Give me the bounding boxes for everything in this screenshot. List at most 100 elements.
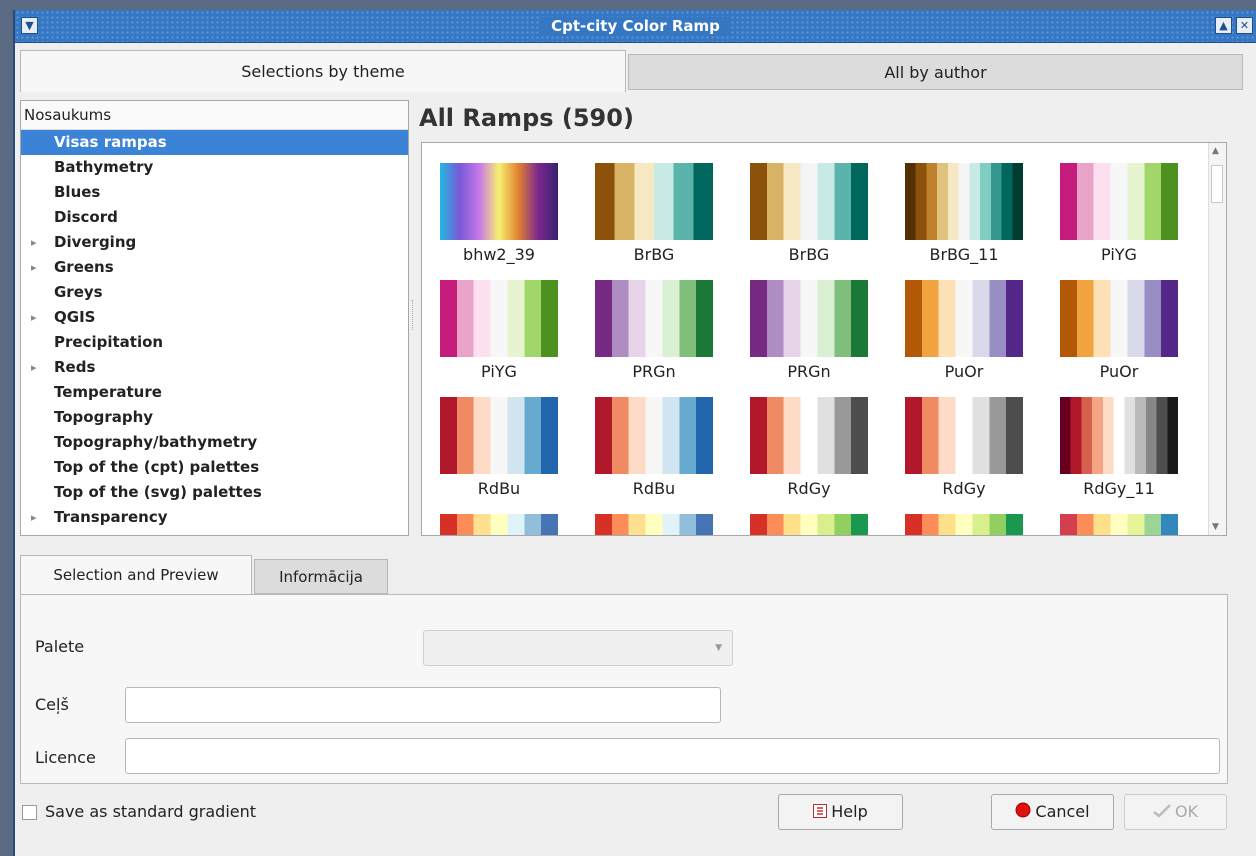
expand-arrow-icon[interactable]: ▸ <box>31 505 37 530</box>
ramp-label: RdGy_11 <box>1083 479 1155 498</box>
ramp-label: RdBu <box>477 479 521 498</box>
tree-item[interactable]: Top of the (svg) palettes <box>21 480 408 505</box>
save-standard-gradient-checkbox[interactable] <box>22 805 37 820</box>
ramp-item[interactable] <box>887 504 1023 535</box>
chevron-down-icon: ▼ <box>715 643 722 653</box>
maximize-icon[interactable]: ▲ <box>1215 17 1232 34</box>
ramp-label: RdBu <box>632 479 676 498</box>
window-title: Cpt-city Color Ramp <box>541 17 730 35</box>
tree-item-label: Blues <box>54 183 101 201</box>
ramp-item[interactable]: RdBu <box>577 387 713 505</box>
tree-item[interactable]: Bathymetry <box>21 155 408 180</box>
ramp-item[interactable]: BrBG <box>577 153 713 271</box>
ramp-swatch <box>750 280 868 357</box>
tree-item[interactable]: Blues <box>21 180 408 205</box>
scroll-down-icon[interactable]: ▼ <box>1212 522 1219 532</box>
tree-item-label: Topography/bathymetry <box>54 433 258 451</box>
splitter-handle[interactable] <box>412 300 415 330</box>
help-button[interactable]: Help <box>778 794 903 830</box>
tree-item[interactable]: ▸ Transparency <box>21 505 408 530</box>
cancel-button[interactable]: Cancel <box>991 794 1114 830</box>
tree-header: Nosaukums <box>21 101 408 130</box>
license-field[interactable] <box>125 738 1220 774</box>
path-field[interactable] <box>125 687 721 723</box>
tree-item[interactable]: Discord <box>21 205 408 230</box>
ramp-swatch <box>905 163 1023 240</box>
ramp-item[interactable]: bhw2_39 <box>422 153 558 271</box>
ramp-item[interactable] <box>732 504 868 535</box>
ramp-item[interactable]: PiYG <box>422 270 558 388</box>
tree-item[interactable]: Greys <box>21 280 408 305</box>
tree-item[interactable]: Topography/bathymetry <box>21 430 408 455</box>
help-label: Help <box>831 802 868 821</box>
ramp-item[interactable] <box>422 504 558 535</box>
tree-item[interactable]: Top of the (cpt) palettes <box>21 455 408 480</box>
ramp-item[interactable] <box>1042 504 1178 535</box>
ramp-swatch <box>440 514 558 535</box>
ramp-swatch <box>595 514 713 535</box>
tree-item-label: Discord <box>54 208 118 226</box>
ramp-item[interactable]: RdGy_11 <box>1042 387 1178 505</box>
ramp-swatch <box>440 280 558 357</box>
ramp-item[interactable]: PuOr <box>887 270 1023 388</box>
close-icon[interactable]: ✕ <box>1236 17 1253 34</box>
ramp-item[interactable]: PiYG <box>1042 153 1178 271</box>
palette-select[interactable]: ▼ <box>423 630 733 666</box>
tab-selection-and-preview[interactable]: Selection and Preview <box>20 555 252 595</box>
tree-item[interactable]: ▸ Greens <box>21 255 408 280</box>
ramp-item[interactable]: PRGn <box>732 270 868 388</box>
ramp-item[interactable]: BrBG_11 <box>887 153 1023 271</box>
expand-arrow-icon[interactable]: ▸ <box>31 255 37 280</box>
license-label: Licence <box>35 748 96 767</box>
tree-item[interactable]: ▸ QGIS <box>21 305 408 330</box>
tab-selections-by-theme[interactable]: Selections by theme <box>20 50 626 92</box>
ramp-swatch <box>595 397 713 474</box>
tree-item[interactable]: ▸ Reds <box>21 355 408 380</box>
ramp-item[interactable]: RdGy <box>887 387 1023 505</box>
ramp-swatch <box>1060 397 1178 474</box>
scroll-up-icon[interactable]: ▲ <box>1212 146 1219 156</box>
tree-item[interactable]: Precipitation <box>21 330 408 355</box>
tab-informacija[interactable]: Informācija <box>254 559 388 594</box>
tree-item[interactable]: Topography <box>21 405 408 430</box>
tab-all-by-author[interactable]: All by author <box>628 54 1243 90</box>
ramps-scrollbar[interactable]: ▲ ▼ <box>1208 143 1226 535</box>
tree-item-label: Greens <box>54 258 114 276</box>
ramp-item[interactable] <box>577 504 713 535</box>
ramps-list[interactable]: bhw2_39 BrBG BrBG BrBG_11 PiYG PiYG PRGn PRGn Pu… <box>421 142 1227 536</box>
title-bar: ▼ Cpt-city Color Ramp ▲ ✕ <box>15 10 1256 43</box>
ramps-heading: All Ramps (590) <box>419 104 634 132</box>
tree-items: Visas rampas Bathymetry Blues Discord ▸ Diver… <box>21 130 408 530</box>
ramp-swatch <box>905 280 1023 357</box>
theme-tree[interactable]: Nosaukums Visas rampas Bathymetry Blues Dis… <box>20 100 409 536</box>
ramp-label: PuOr <box>1099 362 1139 381</box>
tree-item-label: Transparency <box>54 508 168 526</box>
expand-arrow-icon[interactable]: ▸ <box>31 355 37 380</box>
tree-item[interactable]: Visas rampas <box>21 130 408 155</box>
ramp-item[interactable]: BrBG <box>732 153 868 271</box>
ok-icon <box>1153 796 1171 830</box>
tree-item[interactable]: ▸ Diverging <box>21 230 408 255</box>
ramp-item[interactable]: RdBu <box>422 387 558 505</box>
palette-label: Palete <box>35 637 85 656</box>
scroll-thumb[interactable] <box>1211 165 1223 203</box>
ramp-label: RdGy <box>787 479 831 498</box>
expand-arrow-icon[interactable]: ▸ <box>31 230 37 255</box>
ramp-item[interactable]: PRGn <box>577 270 713 388</box>
help-icon <box>813 796 828 830</box>
tree-item-label: Diverging <box>54 233 137 251</box>
ramp-swatch <box>905 514 1023 535</box>
cancel-icon <box>1015 796 1031 830</box>
ok-button[interactable]: OK <box>1124 794 1227 830</box>
tree-item-label: Top of the (cpt) palettes <box>54 458 260 476</box>
ramp-label: BrBG <box>788 245 830 264</box>
ramp-item[interactable]: PuOr <box>1042 270 1178 388</box>
save-standard-gradient-label[interactable]: Save as standard gradient <box>45 802 256 821</box>
ramp-label: PuOr <box>944 362 984 381</box>
tree-item-label: Precipitation <box>54 333 164 351</box>
ramp-item[interactable]: RdGy <box>732 387 868 505</box>
tree-item[interactable]: Temperature <box>21 380 408 405</box>
ramp-label: bhw2_39 <box>463 245 535 264</box>
expand-arrow-icon[interactable]: ▸ <box>31 305 37 330</box>
ramp-swatch <box>750 163 868 240</box>
